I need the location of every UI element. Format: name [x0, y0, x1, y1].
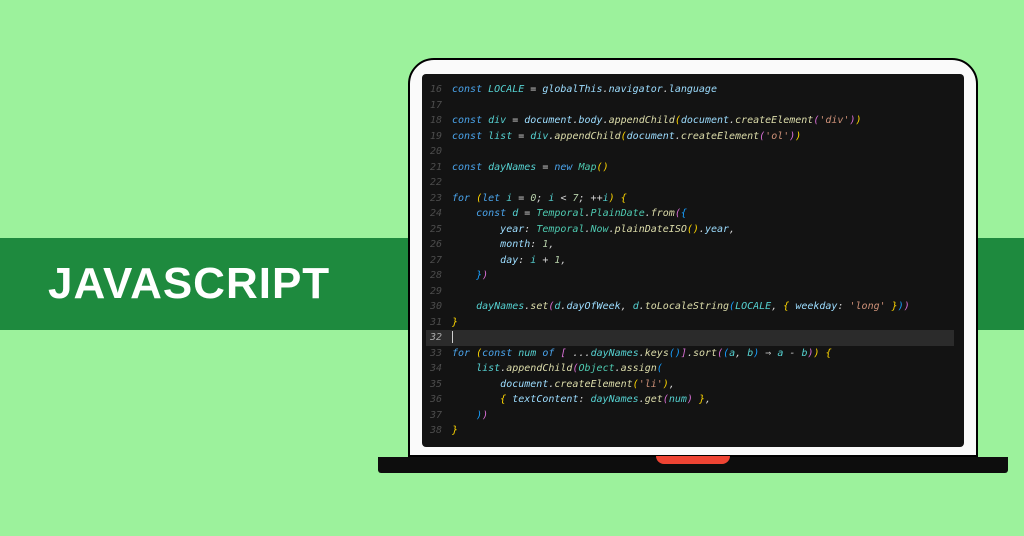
line-number: 17 [426, 98, 452, 114]
code-content: dayNames.set(d.dayOfWeek, d.toLocaleStri… [452, 299, 910, 315]
code-content: { textContent: dayNames.get(num) }, [452, 392, 711, 408]
line-number: 21 [426, 160, 452, 176]
line-number: 26 [426, 237, 452, 253]
code-content: for (let i = 0; i < 7; ++i) { [452, 191, 627, 207]
code-line: 22 [426, 175, 954, 191]
code-content: year: Temporal.Now.plainDateISO().year, [452, 222, 735, 238]
laptop-base [378, 457, 1008, 473]
code-line: 24 const d = Temporal.PlainDate.from({ [426, 206, 954, 222]
code-line: 23for (let i = 0; i < 7; ++i) { [426, 191, 954, 207]
line-number: 27 [426, 253, 452, 269]
line-number: 38 [426, 423, 452, 439]
code-content: }) [452, 268, 488, 284]
code-content: const dayNames = new Map() [452, 160, 609, 176]
code-line: 29 [426, 284, 954, 300]
line-number: 23 [426, 191, 452, 207]
laptop-hinge-notch [656, 456, 730, 464]
line-number: 28 [426, 268, 452, 284]
code-content: list.appendChild(Object.assign( [452, 361, 663, 377]
code-content: const list = div.appendChild(document.cr… [452, 129, 801, 145]
line-number: 36 [426, 392, 452, 408]
code-line: 28 }) [426, 268, 954, 284]
code-line: 18const div = document.body.appendChild(… [426, 113, 954, 129]
code-line: 35 document.createElement('li'), [426, 377, 954, 393]
code-content: )) [452, 408, 488, 424]
line-number: 16 [426, 82, 452, 98]
cursor [452, 331, 453, 343]
line-number: 25 [426, 222, 452, 238]
code-line: 17 [426, 98, 954, 114]
code-line: 38} [426, 423, 954, 439]
line-number: 34 [426, 361, 452, 377]
code-line: 21const dayNames = new Map() [426, 160, 954, 176]
code-line: 16const LOCALE = globalThis.navigator.la… [426, 82, 954, 98]
code-line: 32 [426, 330, 954, 346]
code-content: day: i + 1, [452, 253, 566, 269]
code-line: 26 month: 1, [426, 237, 954, 253]
code-content: const div = document.body.appendChild(do… [452, 113, 862, 129]
code-content: const LOCALE = globalThis.navigator.lang… [452, 82, 717, 98]
code-line: 30 dayNames.set(d.dayOfWeek, d.toLocaleS… [426, 299, 954, 315]
line-number: 33 [426, 346, 452, 362]
line-number: 18 [426, 113, 452, 129]
code-line: 33for (const num of [ ...dayNames.keys()… [426, 346, 954, 362]
code-content: } [452, 315, 458, 331]
code-content [452, 330, 453, 346]
line-number: 32 [426, 330, 452, 346]
line-number: 22 [426, 175, 452, 191]
line-number: 35 [426, 377, 452, 393]
code-line: 19const list = div.appendChild(document.… [426, 129, 954, 145]
code-line: 36 { textContent: dayNames.get(num) }, [426, 392, 954, 408]
code-content: } [452, 423, 458, 439]
line-number: 29 [426, 284, 452, 300]
code-line: 25 year: Temporal.Now.plainDateISO().yea… [426, 222, 954, 238]
code-line: 31} [426, 315, 954, 331]
code-content: month: 1, [452, 237, 554, 253]
code-line: 27 day: i + 1, [426, 253, 954, 269]
code-content: const d = Temporal.PlainDate.from({ [452, 206, 687, 222]
line-number: 31 [426, 315, 452, 331]
line-number: 19 [426, 129, 452, 145]
line-number: 20 [426, 144, 452, 160]
line-number: 30 [426, 299, 452, 315]
laptop-bezel: 16const LOCALE = globalThis.navigator.la… [408, 58, 978, 457]
laptop-graphic: 16const LOCALE = globalThis.navigator.la… [408, 58, 978, 473]
line-number: 24 [426, 206, 452, 222]
code-content: document.createElement('li'), [452, 377, 675, 393]
code-line: 37 )) [426, 408, 954, 424]
code-line: 20 [426, 144, 954, 160]
code-content: for (const num of [ ...dayNames.keys()].… [452, 346, 832, 362]
banner-title: JAVASCRIPT [48, 259, 330, 309]
code-line: 34 list.appendChild(Object.assign( [426, 361, 954, 377]
line-number: 37 [426, 408, 452, 424]
code-editor: 16const LOCALE = globalThis.navigator.la… [422, 74, 964, 447]
